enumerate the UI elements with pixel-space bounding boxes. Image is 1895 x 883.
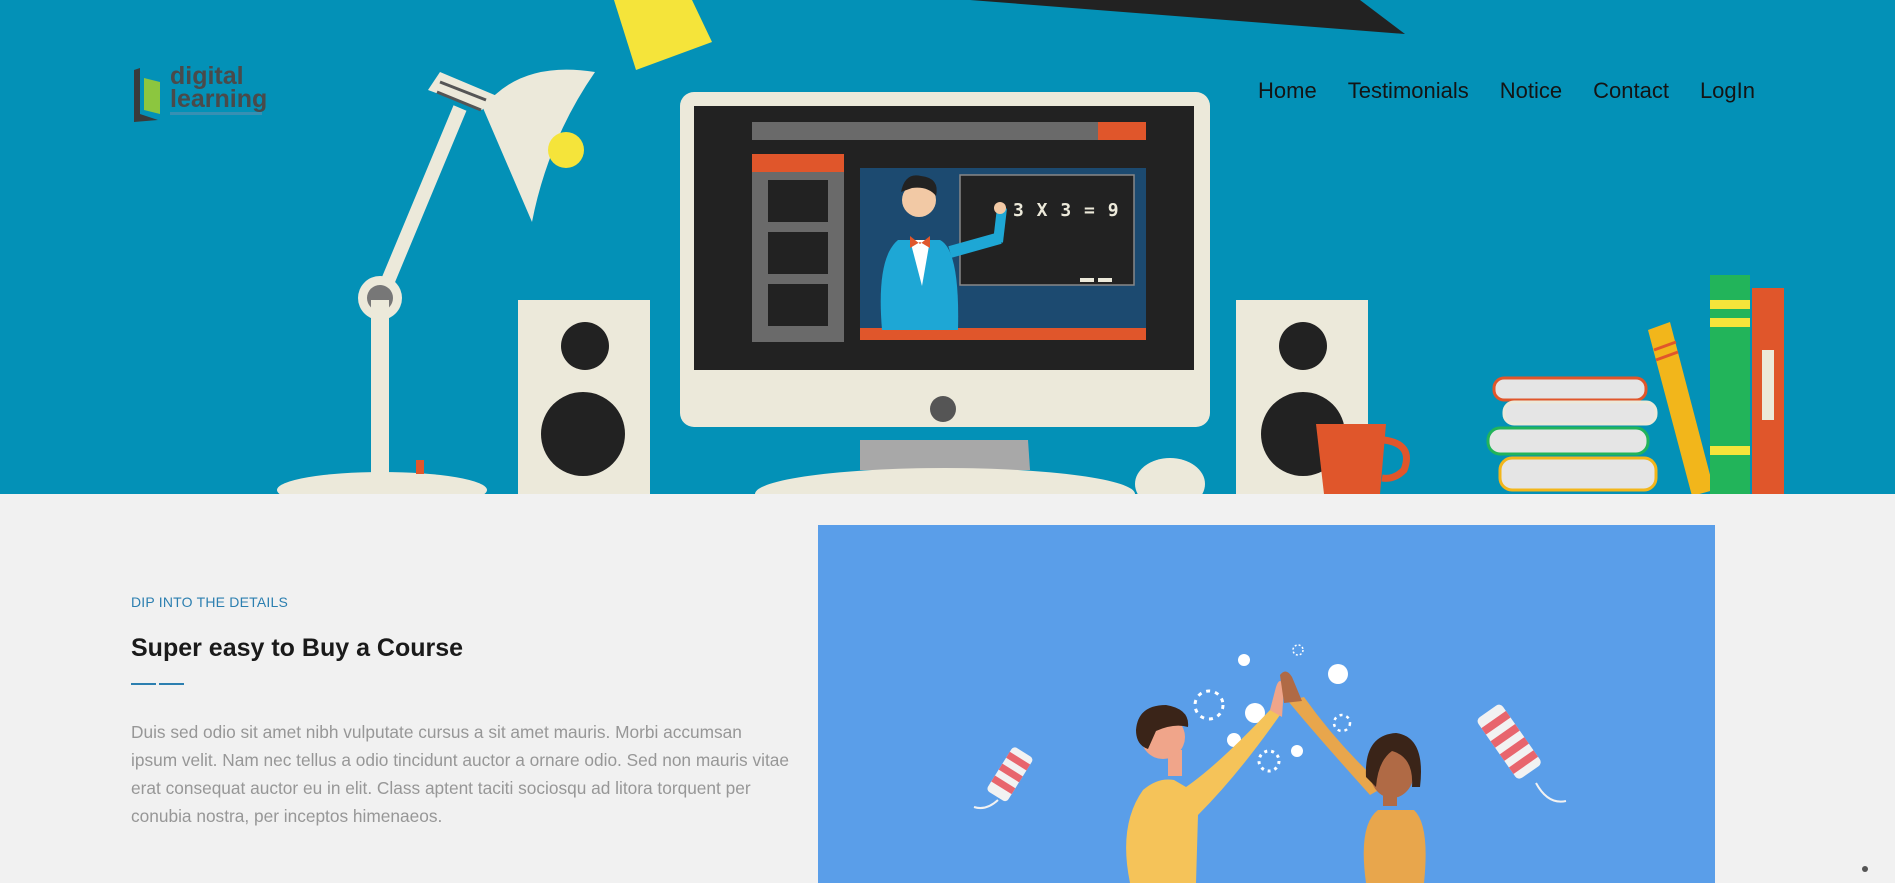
logo-tagline (170, 112, 262, 115)
hero-illustration (277, 0, 1784, 494)
logo-line-2: learning (170, 85, 268, 113)
celebration-image (973, 644, 1567, 883)
section-eyebrow: DIP INTO THE DETAILS (131, 594, 289, 610)
nav-testimonials[interactable]: Testimonials (1348, 76, 1469, 106)
hero-banner: 3 X 3 = 9 digital learning Home Testimon… (0, 0, 1895, 494)
nav-notice[interactable]: Notice (1500, 76, 1562, 106)
nav-login[interactable]: LogIn (1700, 76, 1755, 106)
site-logo[interactable]: digital learning (132, 64, 267, 122)
board-formula: 3 X 3 = 9 (1013, 200, 1120, 221)
title-underline (131, 683, 184, 685)
high-five-illustration (818, 525, 1715, 883)
main-nav: Home Testimonials Notice Contact LogIn (1258, 76, 1755, 106)
section-title: Super easy to Buy a Course (131, 634, 464, 662)
nav-home[interactable]: Home (1258, 76, 1317, 106)
book-logo-icon (134, 68, 160, 122)
section-body: Duis sed odio sit amet nibh vulputate cu… (131, 722, 789, 826)
nav-contact[interactable]: Contact (1593, 76, 1669, 106)
scroll-indicator-icon[interactable] (1862, 866, 1868, 872)
